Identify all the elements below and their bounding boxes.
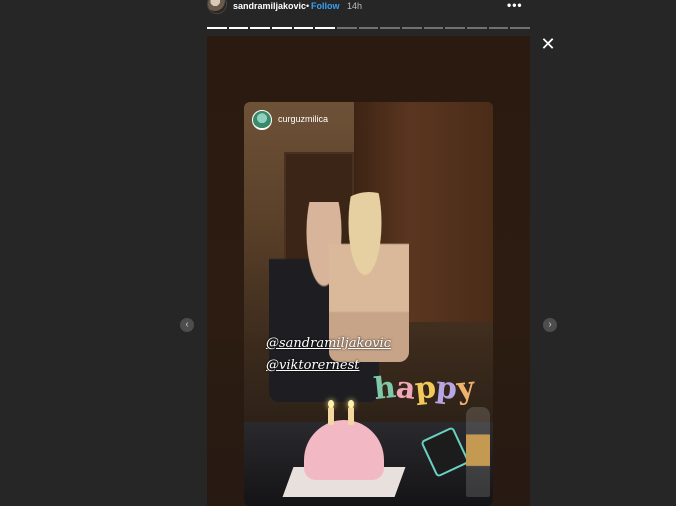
follow-button[interactable]: Follow xyxy=(311,0,340,12)
progress-segment xyxy=(207,27,227,29)
sticker-letter: y xyxy=(455,370,477,407)
progress-segment xyxy=(272,27,292,29)
mention-tag[interactable]: @sandramiljakovic xyxy=(266,336,391,351)
progress-segment xyxy=(293,27,314,29)
progress-segment xyxy=(510,27,531,29)
timestamp: 14h xyxy=(347,1,363,11)
candle-flame xyxy=(328,400,334,408)
repost-username[interactable]: curguzmilica xyxy=(278,114,328,125)
story-viewer: sandramiljakovic Follow • 14h ••• ✕ ‹ › … xyxy=(0,0,676,506)
candle xyxy=(328,407,334,425)
repost-avatar[interactable] xyxy=(252,110,272,130)
progress-segment xyxy=(423,27,444,29)
progress-segment xyxy=(402,27,422,29)
progress-segment xyxy=(488,27,509,29)
separator-dot: • xyxy=(306,1,310,11)
avatar[interactable] xyxy=(207,0,227,14)
progress-segment xyxy=(358,27,379,29)
happy-sticker: happy xyxy=(372,370,477,407)
mention-tag[interactable]: @viktorernest xyxy=(266,358,360,373)
more-options-icon[interactable]: ••• xyxy=(507,0,523,11)
progress-segment xyxy=(467,27,487,29)
candle xyxy=(348,407,354,425)
champagne-glass xyxy=(466,407,490,497)
progress-segment xyxy=(380,27,401,29)
story-header: sandramiljakovic Follow • 14h ••• xyxy=(207,0,530,14)
close-icon[interactable]: ✕ xyxy=(540,35,556,53)
next-story-button[interactable]: › xyxy=(543,318,557,332)
story-content[interactable]: curguzmilica @sandramiljakovic @viktorer… xyxy=(207,36,530,506)
progress-segment xyxy=(315,27,336,29)
progress-segment xyxy=(337,27,357,29)
story-progress-bar xyxy=(207,27,531,29)
previous-story-button[interactable]: ‹ xyxy=(180,318,194,332)
username[interactable]: sandramiljakovic xyxy=(233,0,306,12)
progress-segment xyxy=(250,27,271,29)
reposted-photo: curguzmilica @sandramiljakovic @viktorer… xyxy=(244,102,493,506)
candle-flame xyxy=(348,400,354,408)
progress-segment xyxy=(445,27,466,29)
progress-segment xyxy=(228,27,249,29)
